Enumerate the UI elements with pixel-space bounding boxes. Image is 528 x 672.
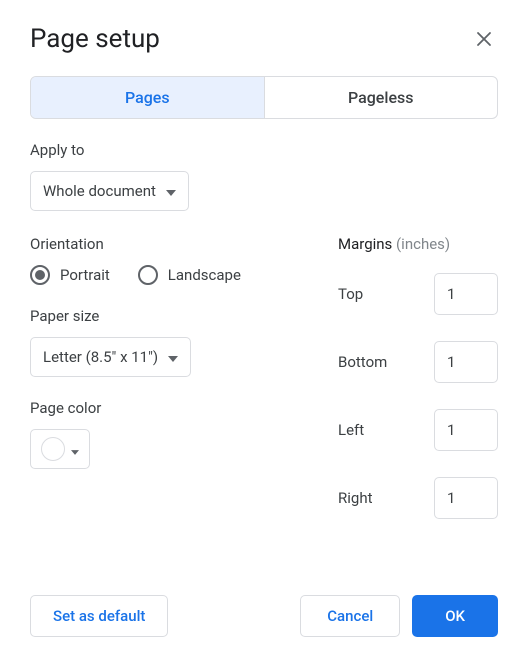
- paper-size-label: Paper size: [30, 307, 298, 325]
- margin-left-input[interactable]: [434, 409, 498, 451]
- page-color-picker[interactable]: [30, 429, 90, 469]
- dialog-footer: Set as default Cancel OK: [30, 595, 498, 637]
- apply-to-dropdown[interactable]: Whole document: [30, 171, 189, 211]
- radio-landscape[interactable]: Landscape: [138, 265, 241, 285]
- page-color-label: Page color: [30, 399, 298, 417]
- caret-down-icon: [166, 182, 176, 200]
- tab-pageless[interactable]: Pageless: [264, 77, 498, 118]
- color-swatch: [41, 437, 65, 461]
- radio-portrait-label: Portrait: [60, 266, 110, 284]
- paper-size-dropdown[interactable]: Letter (8.5" x 11"): [30, 337, 191, 377]
- close-icon: [476, 31, 492, 47]
- radio-portrait[interactable]: Portrait: [30, 265, 110, 285]
- margin-left-label: Left: [338, 421, 364, 439]
- dialog-title: Page setup: [30, 24, 160, 54]
- caret-down-icon: [71, 440, 79, 459]
- radio-landscape-label: Landscape: [168, 266, 241, 284]
- margins-unit: (inches): [396, 235, 450, 253]
- set-default-button[interactable]: Set as default: [30, 595, 168, 637]
- margins-label-text: Margins: [338, 235, 392, 253]
- orientation-radio-group: Portrait Landscape: [30, 265, 298, 285]
- margin-right-input[interactable]: [434, 477, 498, 519]
- margin-top-label: Top: [338, 285, 363, 303]
- margin-bottom-label: Bottom: [338, 353, 387, 371]
- ok-button[interactable]: OK: [412, 595, 498, 637]
- caret-down-icon: [168, 348, 178, 366]
- apply-to-label: Apply to: [30, 141, 498, 159]
- margin-top-input[interactable]: [434, 273, 498, 315]
- paper-size-value: Letter (8.5" x 11"): [43, 348, 158, 366]
- apply-to-value: Whole document: [43, 182, 156, 200]
- radio-icon: [30, 265, 50, 285]
- radio-icon: [138, 265, 158, 285]
- margin-bottom-input[interactable]: [434, 341, 498, 383]
- tab-group: Pages Pageless: [30, 76, 498, 119]
- tab-pages[interactable]: Pages: [31, 77, 264, 118]
- dialog-header: Page setup: [30, 24, 498, 54]
- orientation-label: Orientation: [30, 235, 298, 253]
- margin-right-label: Right: [338, 489, 372, 507]
- margins-label: Margins (inches): [338, 235, 498, 253]
- close-button[interactable]: [470, 25, 498, 53]
- cancel-button[interactable]: Cancel: [300, 595, 400, 637]
